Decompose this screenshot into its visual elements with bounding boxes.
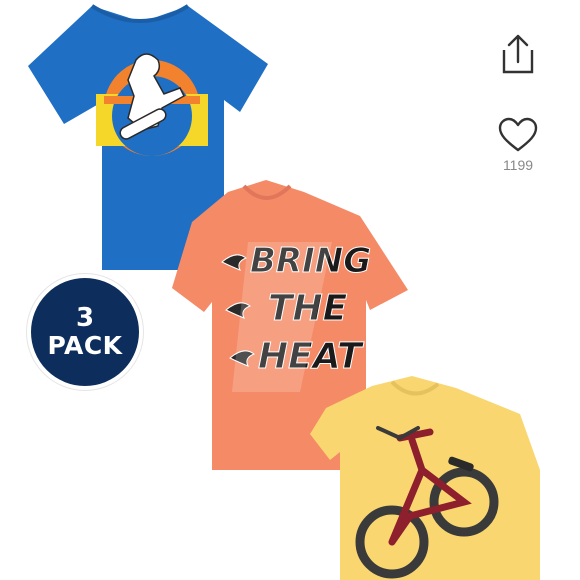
share-icon [502,34,534,74]
like-count: 1199 [502,157,534,173]
three-pack-badge: 3 PACK [27,274,143,390]
like-button[interactable] [496,116,540,156]
yellow-bmx-shirt [310,376,540,580]
pack-label: PACK [47,330,123,360]
pack-count: 3 [75,303,95,334]
share-button[interactable] [496,32,540,76]
heart-icon [498,117,538,152]
